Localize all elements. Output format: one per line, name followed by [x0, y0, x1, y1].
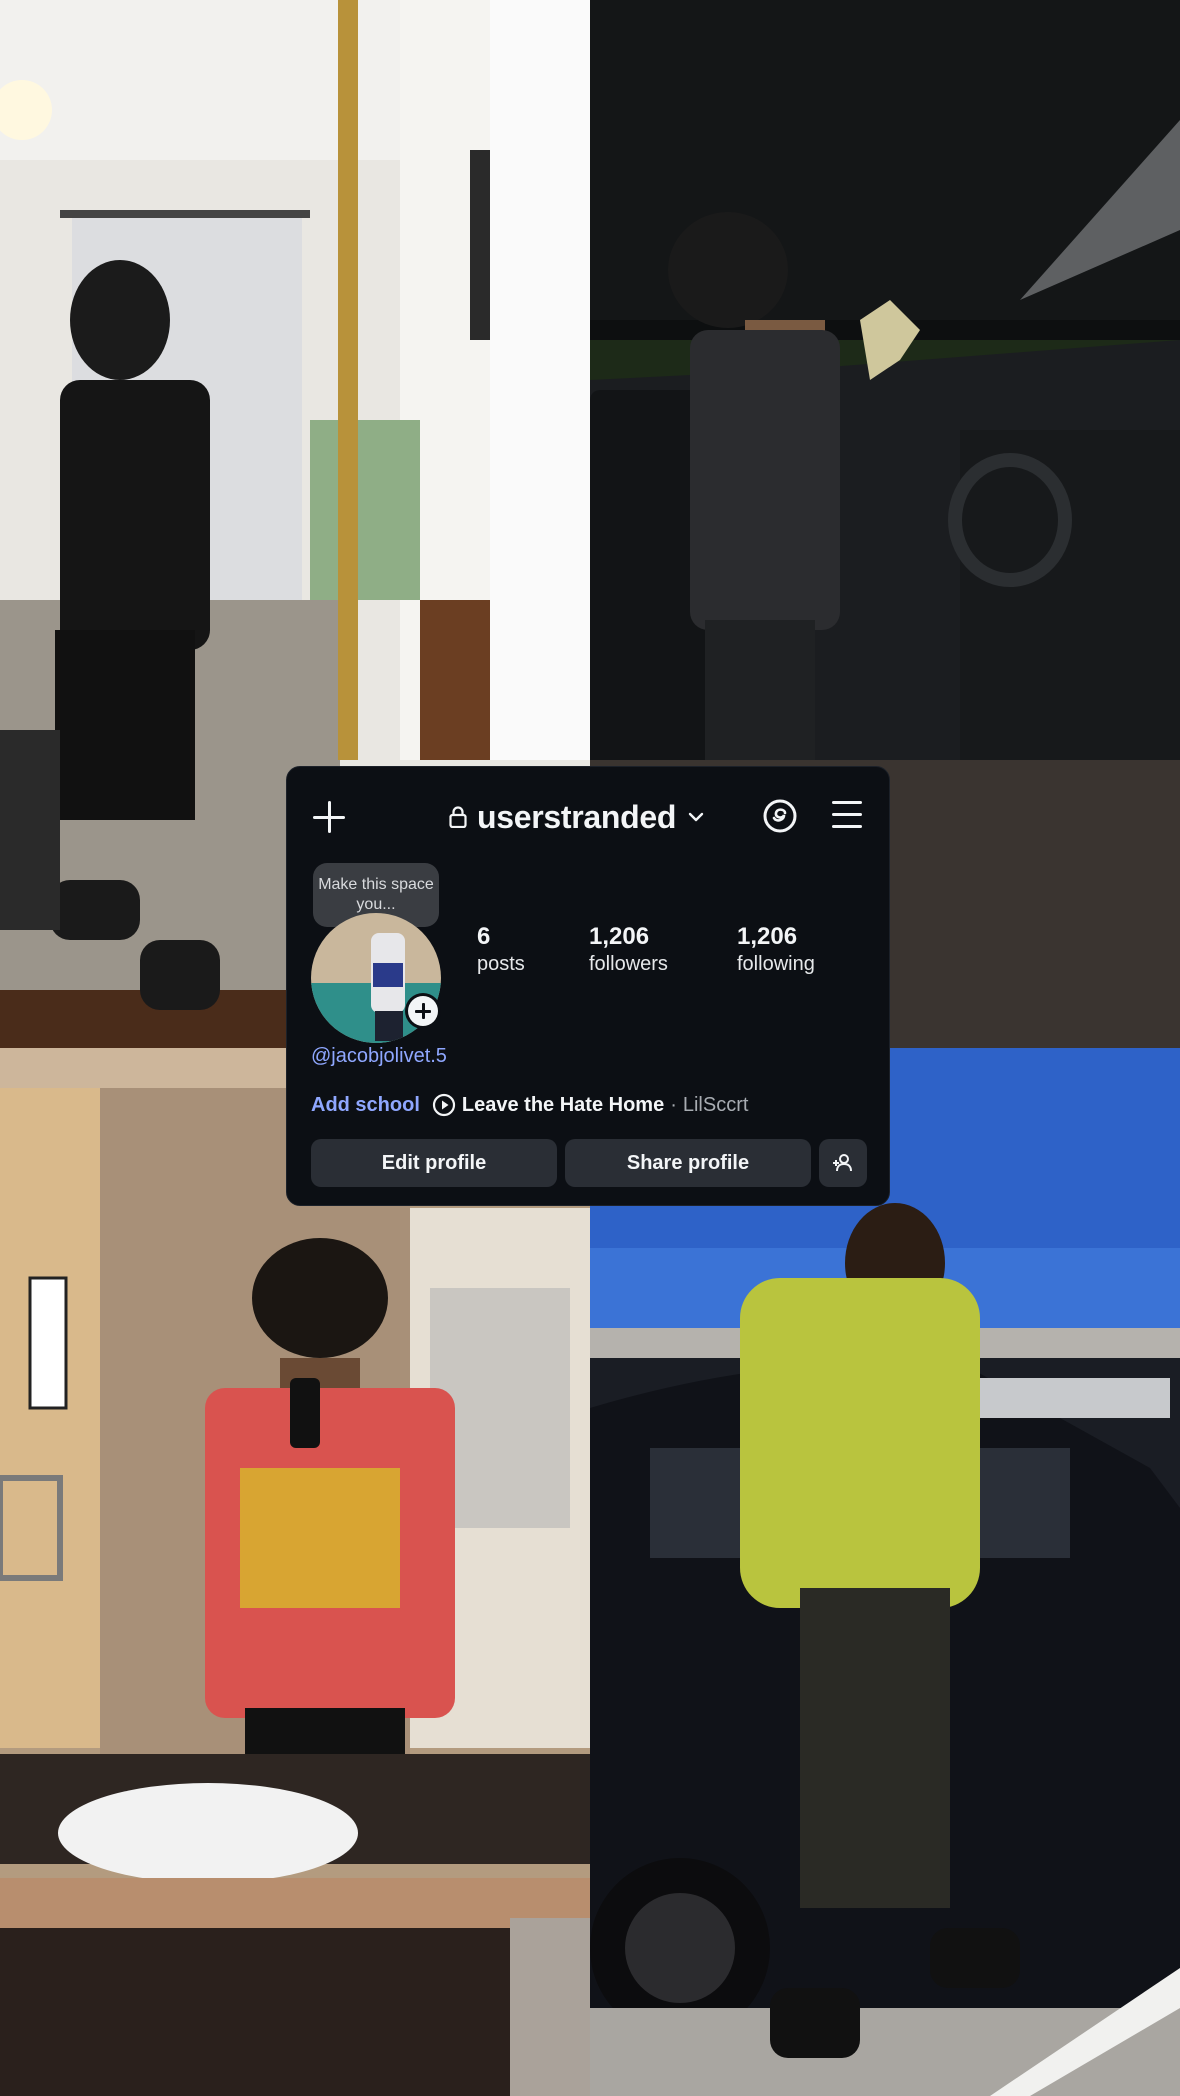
music-separator: · [670, 1093, 677, 1116]
song-artist: LilSccrt [682, 1093, 749, 1116]
chevron-down-icon [688, 812, 704, 822]
plus-circle-icon [408, 996, 438, 1026]
profile-music[interactable]: Leave the Hate Home · LilSccrt [432, 1093, 749, 1117]
account-switcher[interactable]: userstranded [449, 795, 706, 839]
following-label: following [737, 953, 815, 975]
threads-icon[interactable] [761, 797, 799, 835]
edit-profile-button[interactable]: Edit profile [311, 1139, 557, 1187]
share-profile-button[interactable]: Share profile [565, 1139, 811, 1187]
add-person-icon [833, 1154, 852, 1172]
username: userstranded [477, 798, 677, 835]
stat-followers[interactable]: 1,206 followers [589, 923, 668, 977]
followers-count: 1,206 [589, 923, 650, 950]
stat-posts[interactable]: 6 posts [477, 923, 525, 977]
add-story-button[interactable] [405, 993, 441, 1029]
following-count: 1,206 [737, 923, 798, 950]
menu-icon[interactable] [829, 799, 865, 831]
stat-following[interactable]: 1,206 following [737, 923, 815, 977]
play-icon [432, 1093, 455, 1117]
profile-meta-row: Add school Leave the Hate Home · LilSccr… [311, 1091, 748, 1119]
song-title: Leave the Hate Home [461, 1093, 665, 1116]
posts-label: posts [477, 953, 525, 975]
profile-card: userstranded Make this space you... 6 po… [286, 766, 890, 1206]
linked-handle[interactable]: @jacobjolivet.5 [311, 1045, 447, 1068]
discover-people-button[interactable] [819, 1139, 867, 1187]
posts-count: 6 [477, 923, 491, 950]
followers-label: followers [589, 953, 668, 975]
plus-icon[interactable] [309, 797, 349, 837]
lock-icon [449, 806, 467, 828]
profile-top-bar: userstranded [287, 767, 889, 867]
add-school-link[interactable]: Add school [311, 1094, 420, 1117]
